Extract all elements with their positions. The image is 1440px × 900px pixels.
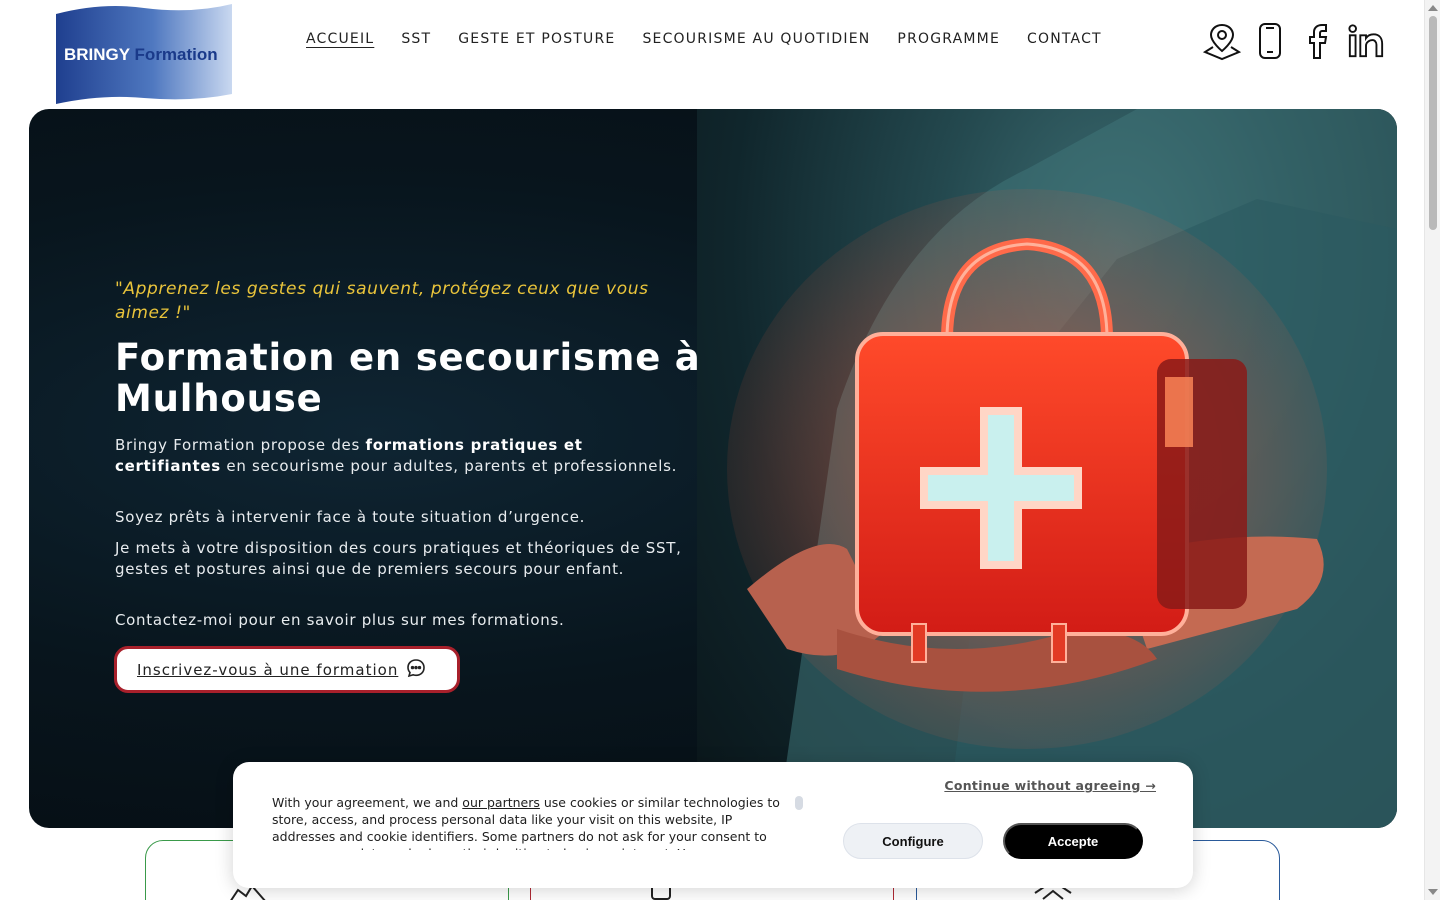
- site-header: BRINGY Formation ACCUEIL SST GESTE ET PO…: [0, 0, 1424, 108]
- facebook-icon[interactable]: [1299, 20, 1337, 62]
- configure-button[interactable]: Configure: [843, 823, 983, 859]
- scroll-down-arrow-icon[interactable]: [1428, 889, 1438, 895]
- hero-paragraph-1: Bringy Formation propose des formations …: [115, 435, 685, 476]
- first-aid-kit-illustration: [727, 109, 1397, 828]
- partners-link[interactable]: our partners: [462, 795, 540, 810]
- cookie-text-scrollbar[interactable]: [795, 796, 803, 810]
- register-training-button[interactable]: Inscrivez-vous à une formation: [114, 646, 460, 693]
- hero-quote: "Apprenez les gestes qui sauvent, protég…: [115, 279, 649, 323]
- hero-paragraph-4: Contactez-moi pour en savoir plus sur me…: [115, 611, 565, 629]
- map-pin-icon[interactable]: [1203, 20, 1241, 62]
- nav-item-sst[interactable]: SST: [401, 31, 431, 47]
- cookie-consent-banner: With your agreement, we and our partners…: [233, 762, 1193, 888]
- logo-word-2: Formation: [134, 45, 218, 64]
- logo-word-1: BRINGY: [64, 45, 130, 64]
- nav-item-programme[interactable]: PROGRAMME: [897, 31, 1000, 47]
- register-training-label: Inscrivez-vous à une formation: [137, 660, 399, 679]
- hero-paragraph-2: Soyez prêts à intervenir face à toute si…: [115, 508, 586, 526]
- main-nav: ACCUEIL SST GESTE ET POSTURE SECOURISME …: [306, 31, 1129, 47]
- mobile-phone-icon[interactable]: [1251, 20, 1289, 62]
- nav-item-accueil[interactable]: ACCUEIL: [306, 31, 374, 47]
- hero-image: [697, 109, 1397, 828]
- continue-without-agreeing-link[interactable]: Continue without agreeing →: [944, 778, 1156, 793]
- hero-section: "Apprenez les gestes qui sauvent, protég…: [29, 109, 1397, 828]
- chat-bubble-icon: [406, 658, 426, 682]
- cookie-consent-text: With your agreement, we and our partners…: [272, 794, 794, 850]
- nav-item-geste-et-posture[interactable]: GESTE ET POSTURE: [458, 31, 615, 47]
- hero-p1-after: en secourisme pour adultes, parents et p…: [220, 456, 678, 475]
- social-links: [1203, 20, 1385, 62]
- hero-title: Formation en secourisme à Mulhouse: [115, 336, 701, 420]
- scroll-thumb[interactable]: [1429, 16, 1437, 230]
- nav-item-contact[interactable]: CONTACT: [1027, 31, 1102, 47]
- hero-p1-before: Bringy Formation propose des: [115, 436, 366, 454]
- logo-text: BRINGY Formation: [64, 45, 218, 65]
- scroll-up-arrow-icon[interactable]: [1428, 5, 1438, 11]
- nav-item-secourisme-au-quotidien[interactable]: SECOURISME AU QUOTIDIEN: [642, 31, 870, 47]
- hero-paragraph-3: Je mets à votre disposition des cours pr…: [115, 539, 682, 578]
- cookie-text-before: With your agreement, we and: [272, 795, 463, 810]
- accept-button[interactable]: Accepte: [1003, 823, 1143, 859]
- linkedin-icon[interactable]: [1347, 20, 1385, 62]
- page-scrollbar[interactable]: [1424, 0, 1440, 900]
